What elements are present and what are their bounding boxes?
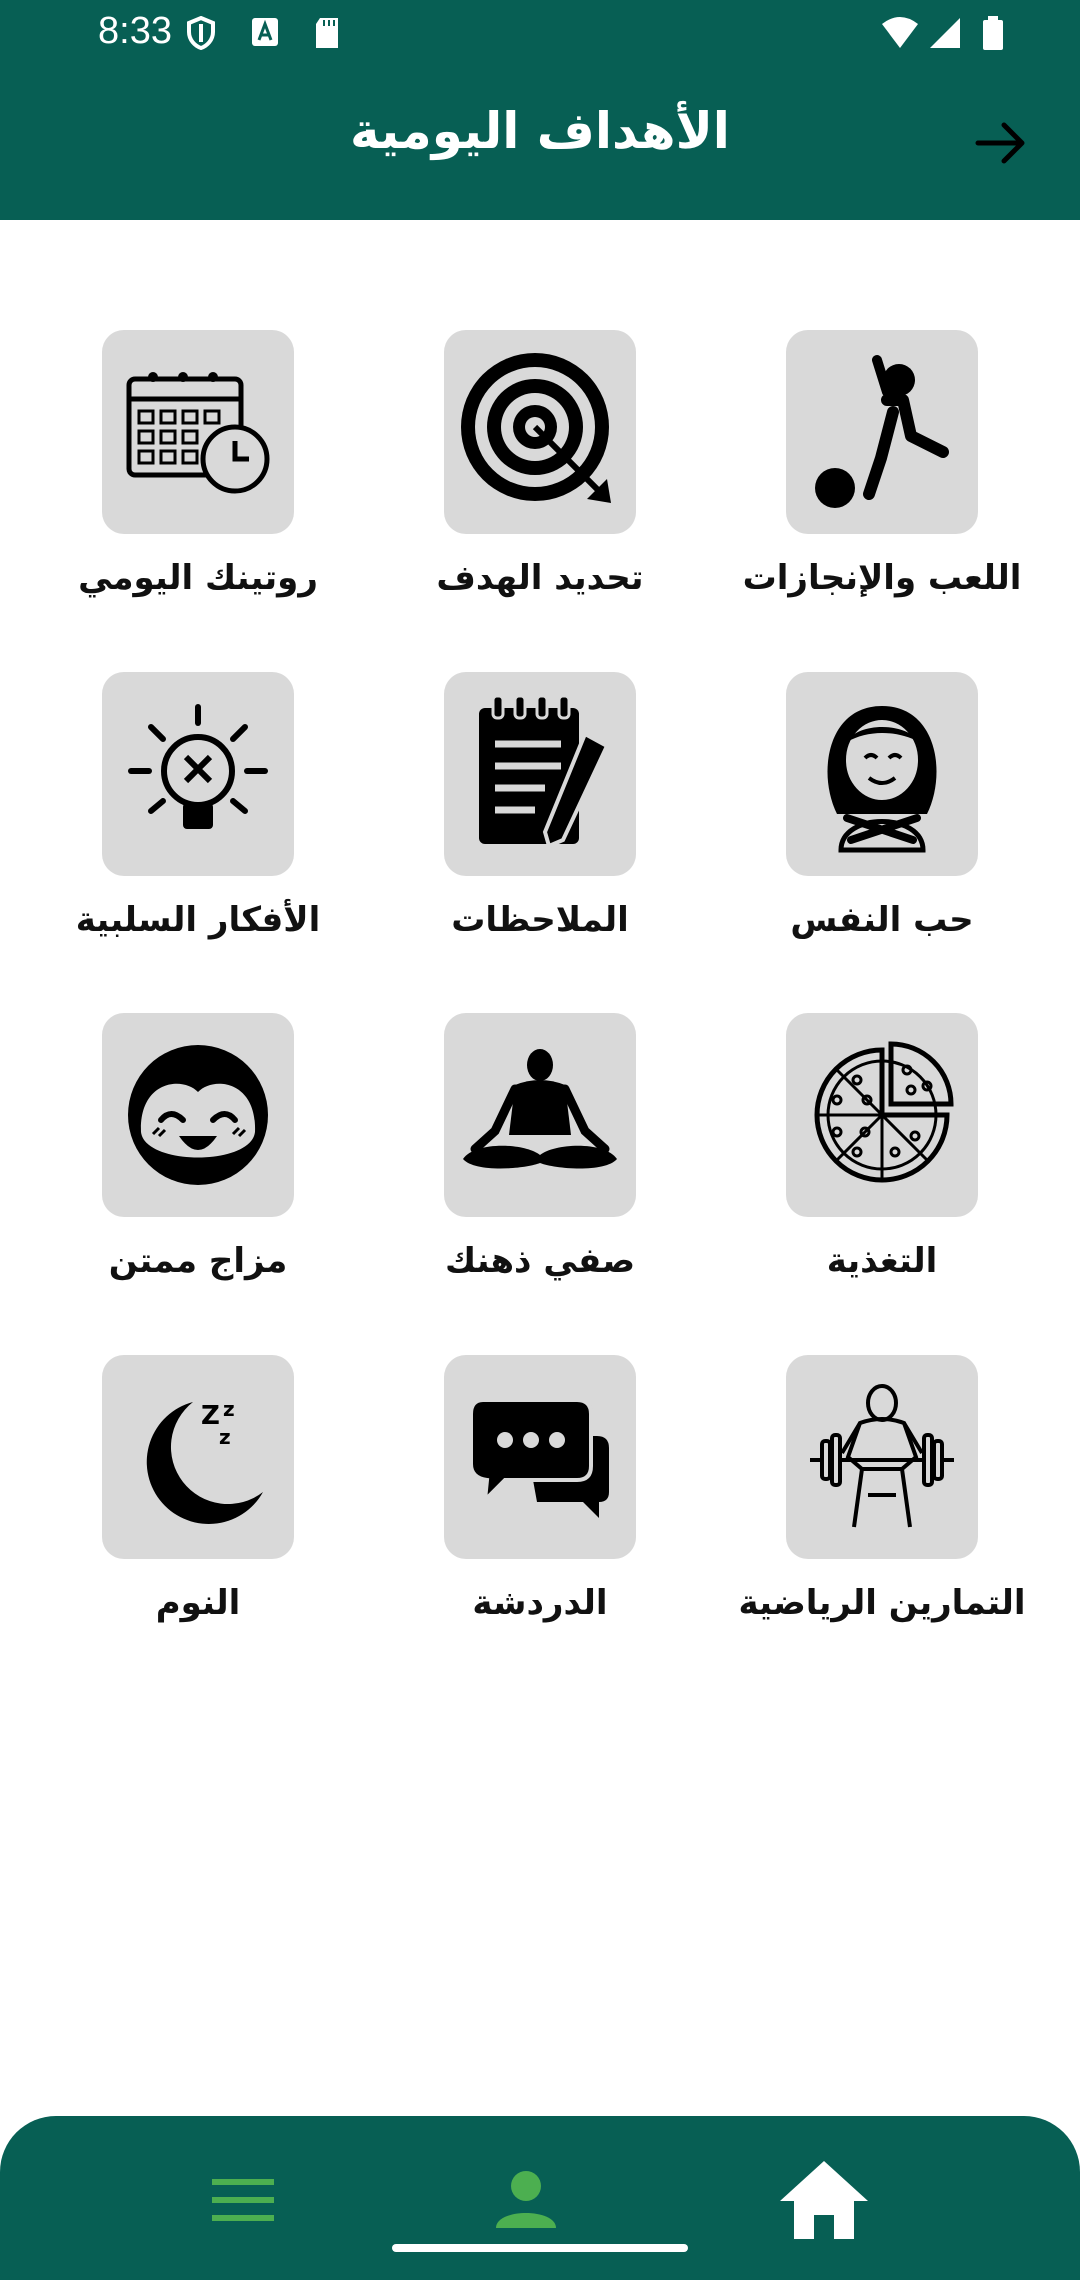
item-label: صفي ذهنك <box>444 1241 636 1281</box>
notepad-pen-icon <box>479 694 610 849</box>
item-label: مزاج ممتن <box>108 1241 288 1281</box>
tile <box>786 1355 978 1559</box>
tile <box>786 672 978 876</box>
tile <box>444 1355 636 1559</box>
tile <box>786 1013 978 1217</box>
grid-item-goal-setting[interactable]: تحديد الهدف <box>394 330 654 630</box>
item-label: التمارين الرياضية <box>738 1583 1026 1623</box>
grid-item-workouts[interactable]: التمارين الرياضية <box>736 1355 1026 1655</box>
tile: Z z z <box>102 1355 294 1559</box>
grid-item-self-love[interactable]: حب النفس <box>736 672 996 972</box>
item-label: روتينك اليومي <box>78 558 318 598</box>
item-label: الدردشة <box>472 1583 608 1623</box>
item-label: تحديد الهدف <box>436 558 644 598</box>
font-a-icon <box>252 18 278 46</box>
tile <box>444 672 636 876</box>
page-title: الأهداف اليومية <box>350 102 730 160</box>
nav-home-button[interactable] <box>764 2150 884 2250</box>
arrow-right-icon[interactable] <box>970 112 1032 174</box>
item-label: الملاحظات <box>451 900 629 940</box>
status-bar: 8:33 <box>0 0 1080 66</box>
status-time: 8:33 <box>98 10 172 52</box>
grid-item-play-achievements[interactable]: اللعب والإنجازات <box>736 330 1021 630</box>
menu-icon <box>212 2179 274 2221</box>
item-label: اللعب والإنجازات <box>742 558 1022 598</box>
chat-bubbles-icon <box>469 1398 609 1518</box>
item-label: النوم <box>155 1583 241 1623</box>
tile <box>102 672 294 876</box>
grid-item-grateful-mood[interactable]: مزاج ممتن <box>52 1013 312 1313</box>
svg-text:z: z <box>219 1425 231 1449</box>
self-hug-icon <box>827 706 937 853</box>
shield-icon <box>187 16 215 50</box>
item-label: الأفكار السلبية <box>75 900 321 940</box>
grid-item-nutrition[interactable]: التغذية <box>736 1013 996 1313</box>
tile <box>102 1013 294 1217</box>
grid-item-notes[interactable]: الملاحظات <box>394 672 654 972</box>
svg-text:Z: Z <box>201 1401 220 1431</box>
lightbulb-x-icon <box>128 704 268 829</box>
home-icon <box>780 2161 868 2239</box>
grid-item-daily-routine[interactable]: روتينك اليومي <box>52 330 318 630</box>
meditation-icon <box>463 1049 617 1169</box>
signal-icon <box>930 18 960 48</box>
calendar-clock-icon <box>126 372 270 494</box>
player-ball-icon <box>815 355 949 508</box>
item-label: التغذية <box>826 1241 938 1281</box>
moon-sleep-icon: Z z z <box>146 1397 263 1524</box>
app-header: 8:33 الأهداف اليومية <box>0 0 1080 220</box>
pizza-icon <box>814 1041 954 1183</box>
tile <box>102 330 294 534</box>
item-label: حب النفس <box>790 900 974 940</box>
nav-profile-button[interactable] <box>466 2150 586 2250</box>
sd-card-icon <box>316 18 338 48</box>
wifi-icon <box>882 17 918 48</box>
grid-item-clear-mind[interactable]: صفي ذهنك <box>394 1013 654 1313</box>
battery-icon <box>983 16 1003 50</box>
target-icon <box>461 353 611 503</box>
tile <box>786 330 978 534</box>
grid-item-negative-thoughts[interactable]: الأفكار السلبية <box>52 672 320 972</box>
person-icon <box>496 2171 556 2228</box>
tile <box>444 330 636 534</box>
nav-menu-button[interactable] <box>183 2150 303 2250</box>
grid-item-sleep[interactable]: Z z z النوم <box>52 1355 312 1655</box>
tile <box>444 1013 636 1217</box>
weightlifter-icon <box>810 1384 954 1528</box>
gesture-bar[interactable] <box>392 2244 688 2252</box>
grid-item-chat[interactable]: الدردشة <box>394 1355 654 1655</box>
svg-text:z: z <box>223 1397 235 1421</box>
smiling-face-icon <box>128 1045 268 1185</box>
